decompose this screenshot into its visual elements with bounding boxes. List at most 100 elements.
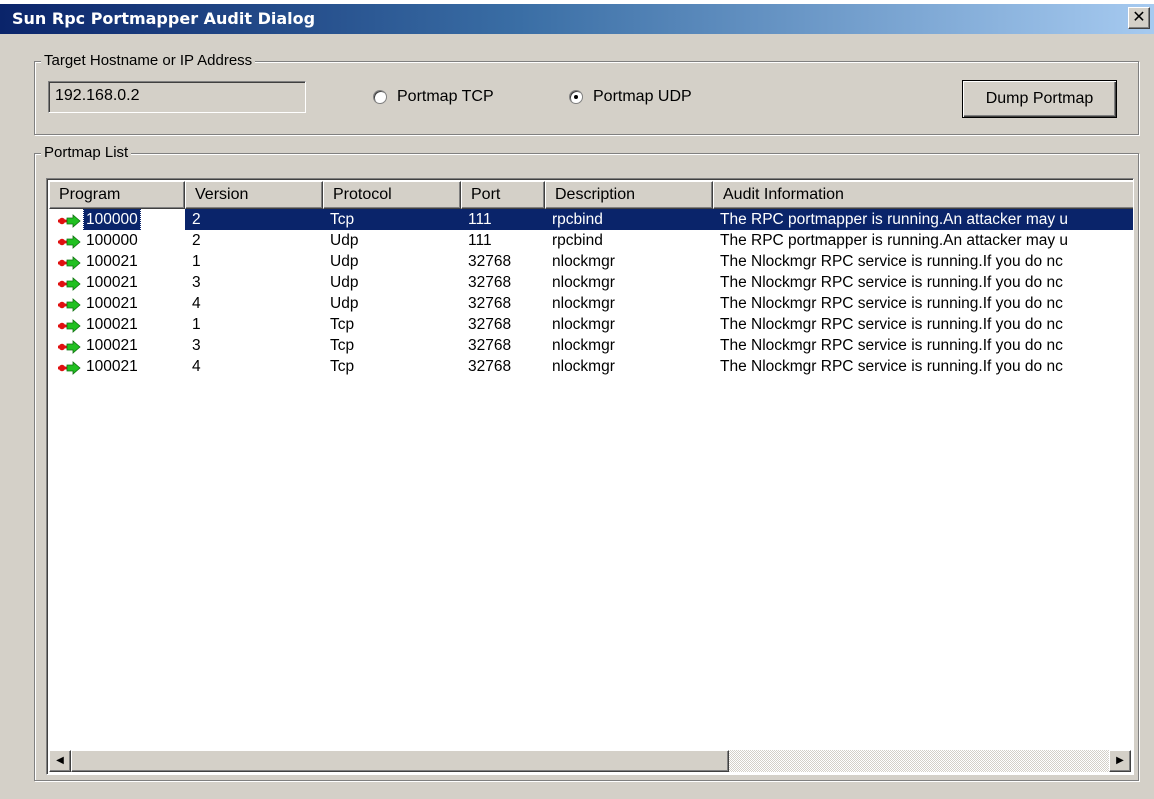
protocol-cell: Udp: [330, 274, 359, 291]
table-row[interactable]: 100021 1 Tcp 32768 nlockmgr The Nlockmgr RPC …: [49, 314, 1133, 335]
list-header: Program Version Protocol Port Description Aud…: [49, 181, 1133, 209]
program-cell: 100021: [49, 251, 185, 272]
program-cell: 100021: [49, 356, 185, 377]
description-cell: nlockmgr: [552, 295, 615, 312]
table-row[interactable]: 100021 4 Tcp 32768 nlockmgr The Nlockmgr RPC …: [49, 356, 1133, 377]
scroll-left-button[interactable]: ◀: [49, 750, 71, 772]
audit-cell: The Nlockmgr RPC service is running.If y…: [720, 253, 1063, 270]
table-row[interactable]: 100021 1 Udp 32768 nlockmgr The Nlockmgr RPC …: [49, 251, 1133, 272]
version-cell: 1: [192, 253, 201, 270]
red-green-arrow-icon: [57, 339, 83, 354]
description-cell: nlockmgr: [552, 316, 615, 333]
title-bar: Sun Rpc Portmapper Audit Dialog ✕: [0, 0, 1154, 34]
table-row[interactable]: 100021 3 Tcp 32768 nlockmgr The Nlockmgr RPC …: [49, 335, 1133, 356]
column-header-audit-information[interactable]: Audit Information: [713, 181, 1133, 209]
port-cell: 32768: [468, 358, 512, 375]
program-cell: 100000: [49, 209, 185, 230]
list-rows: 100000 2 Tcp 111 rpcbind The RPC portmapper i…: [49, 209, 1133, 377]
scroll-left-icon: ◀: [56, 755, 64, 766]
program-cell: 100021: [49, 293, 185, 314]
table-row[interactable]: 100000 2 Udp 111 rpcbind The RPC portmapper i…: [49, 230, 1133, 251]
table-row[interactable]: 100000 2 Tcp 111 rpcbind The RPC portmapper i…: [49, 209, 1133, 230]
radio-udp-circle: [569, 90, 583, 104]
portmap-list-label: Portmap List: [41, 143, 132, 163]
program-value: 100021: [86, 253, 138, 270]
table-row[interactable]: 100021 3 Udp 32768 nlockmgr The Nlockmgr RPC …: [49, 272, 1133, 293]
version-cell: 4: [192, 295, 201, 312]
protocol-cell: Udp: [330, 232, 359, 249]
program-cell: 100021: [49, 314, 185, 335]
scroll-right-button[interactable]: ▶: [1109, 750, 1131, 772]
audit-cell: The Nlockmgr RPC service is running.If y…: [720, 337, 1063, 354]
port-cell: 111: [461, 209, 545, 230]
description-cell: rpcbind: [545, 209, 713, 230]
portmap-list-view[interactable]: Program Version Protocol Port Description Aud…: [46, 178, 1134, 775]
scroll-thumb[interactable]: [71, 750, 729, 772]
version-cell: 3: [192, 337, 201, 354]
window-title: Sun Rpc Portmapper Audit Dialog: [12, 9, 316, 28]
host-input[interactable]: 192.168.0.2: [48, 81, 306, 113]
portmap-list-group: Portmap List Program Version Protocol Port D…: [34, 143, 1139, 781]
program-cell: 100000: [49, 230, 185, 251]
title-bar-gradient: Sun Rpc Portmapper Audit Dialog ✕: [0, 4, 1154, 34]
radio-portmap-tcp[interactable]: Portmap TCP: [373, 88, 494, 106]
port-cell: 111: [468, 232, 492, 249]
version-cell: 1: [192, 316, 201, 333]
program-value: 100021: [86, 337, 138, 354]
protocol-cell: Tcp: [323, 209, 461, 230]
port-cell: 32768: [468, 337, 512, 354]
version-cell: 2: [185, 209, 323, 230]
red-green-arrow-icon: [57, 255, 83, 270]
target-group-label: Target Hostname or IP Address: [41, 51, 256, 71]
radio-tcp-circle: [373, 90, 387, 104]
red-green-arrow-icon: [57, 297, 83, 312]
protocol-cell: Tcp: [330, 337, 355, 354]
audit-cell: The RPC portmapper is running.An attacke…: [720, 232, 1069, 249]
column-header-version[interactable]: Version: [185, 181, 323, 209]
program-value: 100021: [86, 295, 138, 312]
audit-cell: The RPC portmapper is running.An attacke…: [713, 209, 1133, 230]
program-value: 100000: [83, 209, 141, 230]
description-cell: rpcbind: [552, 232, 603, 249]
version-cell: 4: [192, 358, 201, 375]
audit-cell: The Nlockmgr RPC service is running.If y…: [720, 274, 1063, 291]
port-cell: 32768: [468, 316, 512, 333]
port-cell: 32768: [468, 295, 512, 312]
dialog-body: Target Hostname or IP Address 192.168.0.…: [0, 34, 1154, 799]
radio-tcp-label: Portmap TCP: [397, 88, 494, 105]
program-cell: 100021: [49, 272, 185, 293]
table-row[interactable]: 100021 4 Udp 32768 nlockmgr The Nlockmgr RPC …: [49, 293, 1133, 314]
audit-cell: The Nlockmgr RPC service is running.If y…: [720, 295, 1063, 312]
column-header-program[interactable]: Program: [49, 181, 185, 209]
radio-portmap-udp[interactable]: Portmap UDP: [569, 88, 692, 106]
close-icon: ✕: [1132, 7, 1146, 26]
target-group: Target Hostname or IP Address 192.168.0.…: [34, 51, 1139, 135]
program-value: 100021: [86, 316, 138, 333]
column-header-port[interactable]: Port: [461, 181, 545, 209]
red-green-arrow-icon: [57, 234, 83, 249]
column-header-description[interactable]: Description: [545, 181, 713, 209]
red-green-arrow-icon: [57, 276, 83, 291]
protocol-cell: Udp: [330, 295, 359, 312]
description-cell: nlockmgr: [552, 274, 615, 291]
program-value: 100000: [86, 232, 138, 249]
program-value: 100021: [86, 358, 138, 375]
version-cell: 2: [192, 232, 201, 249]
port-cell: 32768: [468, 253, 512, 270]
column-header-protocol[interactable]: Protocol: [323, 181, 461, 209]
dump-portmap-button[interactable]: Dump Portmap: [962, 80, 1117, 118]
description-cell: nlockmgr: [552, 358, 615, 375]
close-button[interactable]: ✕: [1128, 7, 1150, 29]
audit-cell: The Nlockmgr RPC service is running.If y…: [720, 358, 1063, 375]
description-cell: nlockmgr: [552, 253, 615, 270]
program-cell: 100021: [49, 335, 185, 356]
protocol-cell: Tcp: [330, 358, 355, 375]
red-green-arrow-icon: [57, 360, 83, 375]
red-green-arrow-icon: [57, 213, 83, 228]
scroll-right-icon: ▶: [1116, 755, 1124, 766]
horizontal-scrollbar[interactable]: ◀ ▶: [49, 750, 1131, 772]
audit-cell: The Nlockmgr RPC service is running.If y…: [720, 316, 1063, 333]
version-cell: 3: [192, 274, 201, 291]
radio-udp-label: Portmap UDP: [593, 88, 692, 105]
description-cell: nlockmgr: [552, 337, 615, 354]
